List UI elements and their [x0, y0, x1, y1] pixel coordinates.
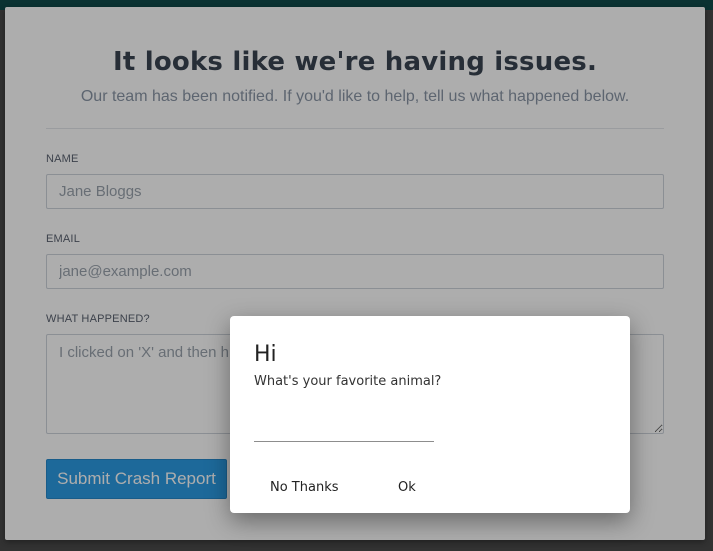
- ok-button[interactable]: Ok: [392, 476, 422, 498]
- prompt-title: Hi: [254, 342, 277, 367]
- no-thanks-button[interactable]: No Thanks: [264, 476, 345, 498]
- prompt-answer-input[interactable]: [254, 420, 434, 442]
- prompt-message: What's your favorite animal?: [254, 374, 442, 389]
- prompt-dialog: Hi What's your favorite animal? No Thank…: [230, 316, 630, 513]
